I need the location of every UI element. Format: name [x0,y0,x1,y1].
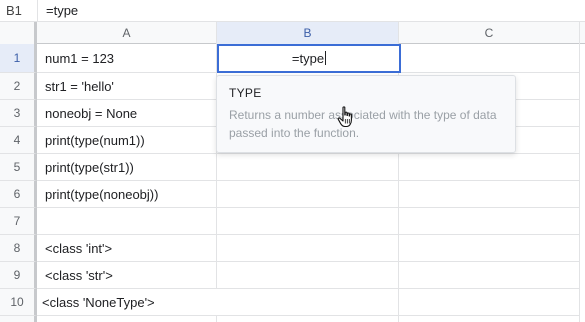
row-header-4[interactable]: 4 [0,127,37,154]
cell-c8[interactable] [399,235,580,262]
cell-a5[interactable]: print(type(str1)) [37,154,217,181]
cell-a10[interactable]: <class 'NoneType'> [37,289,217,316]
cell-b7[interactable] [217,208,399,235]
cell-a3[interactable]: noneobj = None [37,100,217,127]
cell-b8[interactable] [217,235,399,262]
cell-a6[interactable]: print(type(noneobj)) [37,181,217,208]
cell-a9[interactable]: <class 'str'> [37,262,217,289]
column-header-b[interactable]: B [217,22,399,44]
cell-a8[interactable]: <class 'int'> [37,235,217,262]
cell-c11[interactable] [399,316,580,322]
cell-c6[interactable] [399,181,580,208]
row-header-8[interactable]: 8 [0,235,37,262]
cell-a4[interactable]: print(type(num1)) [37,127,217,154]
cell-c10[interactable] [399,289,580,316]
tooltip-description: Returns a number associated with the typ… [229,108,497,140]
cell-c7[interactable] [399,208,580,235]
row-header-1[interactable]: 1 [0,44,37,73]
cell-b6[interactable] [217,181,399,208]
row-header-9[interactable]: 9 [0,262,37,289]
formula-bar: B1 =type [0,0,585,22]
select-all-corner[interactable] [0,22,37,44]
row-header-3[interactable]: 3 [0,100,37,127]
function-tooltip: TYPE Returns a number associated with th… [216,75,516,153]
cell-b5[interactable] [217,154,399,181]
row-header-11 [0,316,37,322]
cell-c5[interactable] [399,154,580,181]
row-header-10[interactable]: 10 [0,289,37,316]
row-header-2[interactable]: 2 [0,73,37,100]
cell-a2[interactable]: str1 = 'hello' [37,73,217,100]
tooltip-function-name: TYPE [229,86,262,100]
row-header-7[interactable]: 7 [0,208,37,235]
cell-a7[interactable] [37,208,217,235]
row-header-6[interactable]: 6 [0,181,37,208]
column-header-c[interactable]: C [399,22,580,44]
formula-input[interactable]: =type [38,0,585,22]
cell-a1[interactable]: num1 = 123 [37,44,217,73]
cell-a11[interactable] [37,316,217,322]
cell-c9[interactable] [399,262,580,289]
active-cell-editor[interactable]: =type [217,44,401,73]
cell-b10[interactable] [217,289,399,316]
cell-b9[interactable] [217,262,399,289]
active-cell-value: =type [291,51,325,66]
name-box[interactable]: B1 [0,0,38,22]
hand-pointer-icon [337,106,352,128]
column-header-a[interactable]: A [37,22,217,44]
column-header-row: A B C [0,22,585,44]
row-header-5[interactable]: 5 [0,154,37,181]
cell-b11[interactable] [217,316,399,322]
text-caret [325,51,327,65]
cell-c1[interactable] [399,44,580,73]
